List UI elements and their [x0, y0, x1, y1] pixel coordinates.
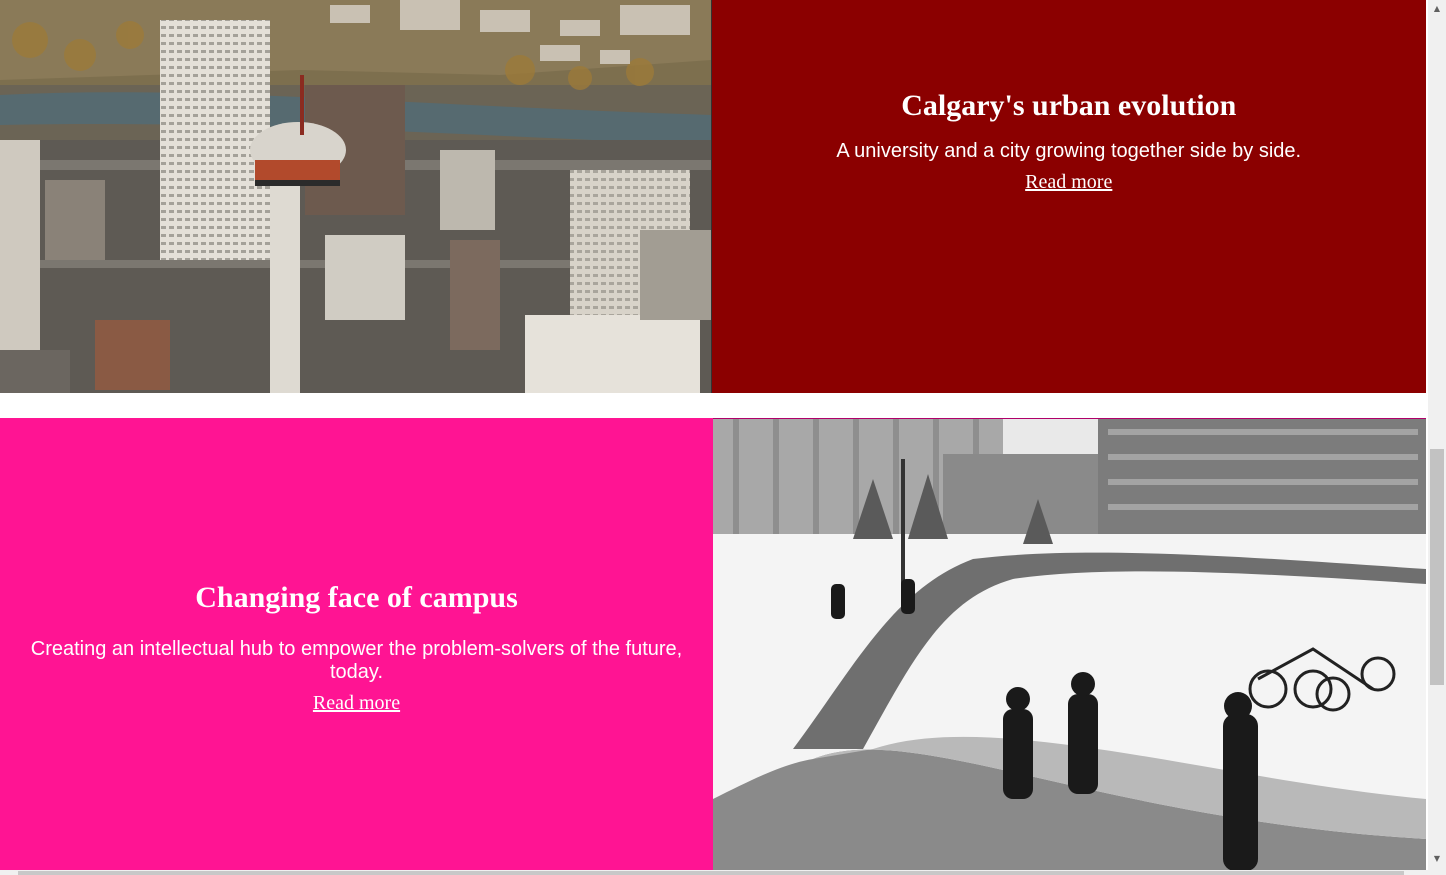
feature-panel-urban-evolution: Calgary's urban evolution A university a…: [711, 0, 1426, 393]
read-more-link[interactable]: Read more: [313, 692, 400, 714]
aerial-city-photo: [0, 0, 712, 393]
arrow-down-icon[interactable]: ▼: [1428, 850, 1446, 866]
feature-section-changing-campus: Changing face of campus Creating an inte…: [0, 418, 1426, 870]
section-description: Creating an intellectual hub to empower …: [30, 638, 683, 683]
section-title: Calgary's urban evolution: [901, 89, 1237, 122]
feature-section-urban-evolution: Calgary's urban evolution A university a…: [0, 0, 1426, 393]
page-viewport: Calgary's urban evolution A university a…: [0, 0, 1428, 870]
read-more-link[interactable]: Read more: [1025, 171, 1112, 193]
scrollbar-thumb[interactable]: [1430, 449, 1444, 685]
section-title: Changing face of campus: [195, 581, 518, 614]
section-description: A university and a city growing together…: [836, 140, 1302, 162]
arrow-up-icon[interactable]: ▲: [1428, 0, 1446, 16]
vertical-scrollbar[interactable]: ▲ ▼: [1428, 0, 1446, 870]
winter-campus-photo: [713, 418, 1426, 870]
horizontal-scrollbar[interactable]: [0, 870, 1446, 875]
feature-panel-changing-campus: Changing face of campus Creating an inte…: [0, 418, 713, 870]
horizontal-scrollbar-thumb[interactable]: [18, 871, 1404, 875]
